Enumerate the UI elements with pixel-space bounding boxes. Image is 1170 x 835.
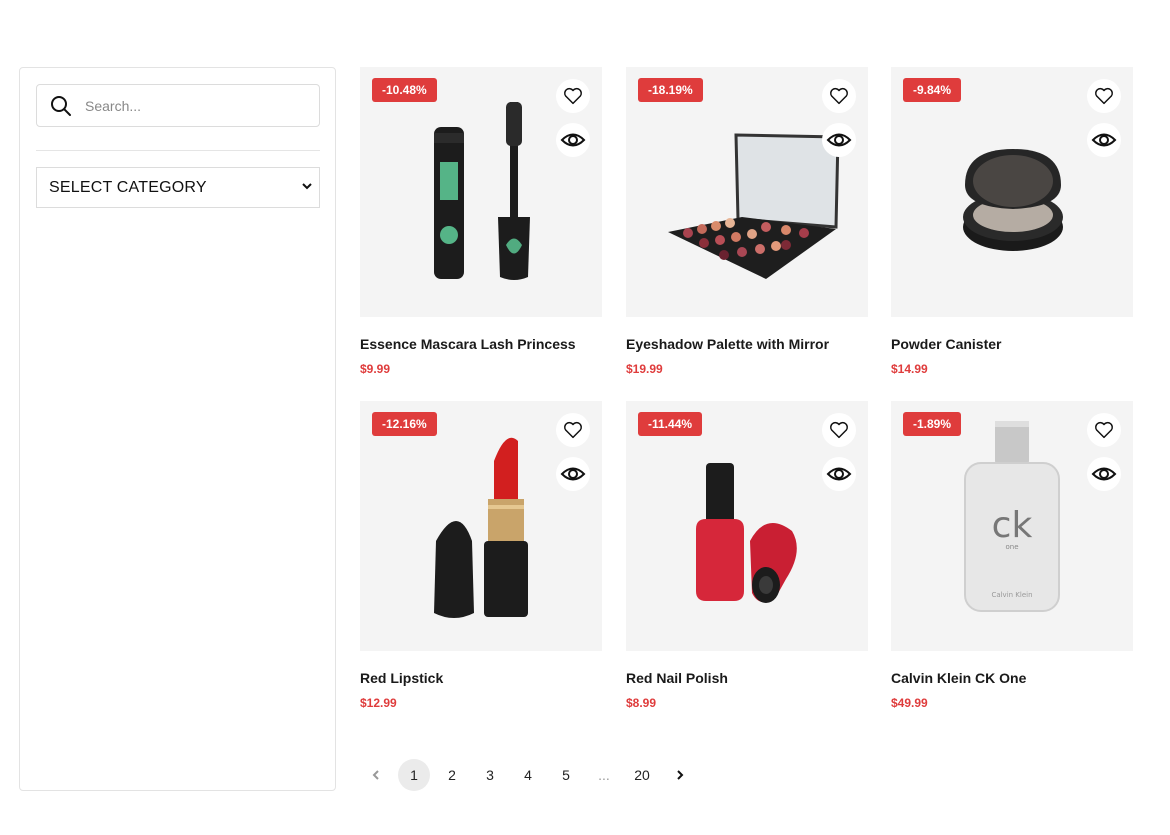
product-title[interactable]: Red Nail Polish [626,670,868,686]
page-button-20[interactable]: 20 [626,759,658,791]
bottle-sub-text: one [1005,543,1018,551]
chevron-right-icon [677,770,684,780]
discount-badge: -10.48% [372,78,437,102]
chevron-left-icon [372,770,379,780]
product-card[interactable]: ck one Calvin Klein -1.89% Calvin Klein … [891,401,1133,710]
product-image[interactable]: -12.16% [360,401,602,651]
product-price: $12.99 [360,696,397,710]
product-title[interactable]: Red Lipstick [360,670,602,686]
wishlist-button[interactable] [822,79,856,113]
bottle-logo-text: ck [992,505,1033,546]
product-price: $19.99 [626,362,663,376]
product-price: $9.99 [360,362,391,376]
discount-badge: -9.84% [903,78,962,102]
product-price: $14.99 [891,362,928,376]
wishlist-button[interactable] [1087,413,1121,447]
product-image[interactable]: -9.84% [891,67,1133,317]
chevron-down-icon [301,179,313,197]
eye-icon [560,133,586,147]
product-title[interactable]: Essence Mascara Lash Princess [360,336,602,352]
quick-view-button[interactable] [556,457,590,491]
product-card[interactable]: -11.44% Red Nail Polish $8.99 [626,401,868,710]
eye-icon [1091,467,1117,481]
next-page-button[interactable] [664,759,696,791]
page-button-5[interactable]: 5 [550,759,582,791]
quick-view-button[interactable] [556,123,590,157]
page-ellipsis: ... [598,767,610,783]
category-select[interactable]: SELECT CATEGORY [36,167,320,208]
prev-page-button[interactable] [360,759,392,791]
discount-badge: -12.16% [372,412,437,436]
product-price: $8.99 [626,696,657,710]
discount-badge: -1.89% [903,412,962,436]
product-card[interactable]: -10.48% Essence Mascara Lash Princess $9… [360,67,602,376]
product-card[interactable]: -9.84% Powder Canister $14.99 [891,67,1133,376]
filter-sidebar: SELECT CATEGORY [19,67,336,791]
heart-icon [1095,421,1113,439]
search-box[interactable] [36,84,320,127]
product-image[interactable]: ck one Calvin Klein -1.89% [891,401,1133,651]
product-card[interactable]: -12.16% Red Lipstick $12.99 [360,401,602,710]
product-title[interactable]: Eyeshadow Palette with Mirror [626,336,868,352]
bottle-brand-text: Calvin Klein [991,591,1032,599]
discount-badge: -18.19% [638,78,703,102]
wishlist-button[interactable] [556,79,590,113]
quick-view-button[interactable] [822,123,856,157]
page-button-2[interactable]: 2 [436,759,468,791]
heart-icon [564,421,582,439]
eye-icon [826,467,852,481]
product-image[interactable]: -10.48% [360,67,602,317]
pagination: 1 2 3 4 5 ... 20 [360,759,702,791]
search-input[interactable] [85,97,305,114]
quick-view-button[interactable] [1087,457,1121,491]
product-title[interactable]: Calvin Klein CK One [891,670,1133,686]
quick-view-button[interactable] [1087,123,1121,157]
page-button-4[interactable]: 4 [512,759,544,791]
heart-icon [1095,87,1113,105]
eye-icon [560,467,586,481]
page-button-1[interactable]: 1 [398,759,430,791]
heart-icon [830,421,848,439]
divider [36,150,320,151]
page-button-3[interactable]: 3 [474,759,506,791]
heart-icon [564,87,582,105]
quick-view-button[interactable] [822,457,856,491]
product-image[interactable]: -11.44% [626,401,868,651]
eye-icon [1091,133,1117,147]
eye-icon [826,133,852,147]
search-icon [37,84,85,127]
product-image[interactable]: -18.19% [626,67,868,317]
product-title[interactable]: Powder Canister [891,336,1133,352]
discount-badge: -11.44% [638,412,703,436]
wishlist-button[interactable] [556,413,590,447]
wishlist-button[interactable] [1087,79,1121,113]
category-select-value: SELECT CATEGORY [49,178,207,196]
product-price: $49.99 [891,696,928,710]
heart-icon [830,87,848,105]
wishlist-button[interactable] [822,413,856,447]
product-card[interactable]: -18.19% Eyeshadow Palette with Mirror $1… [626,67,868,376]
